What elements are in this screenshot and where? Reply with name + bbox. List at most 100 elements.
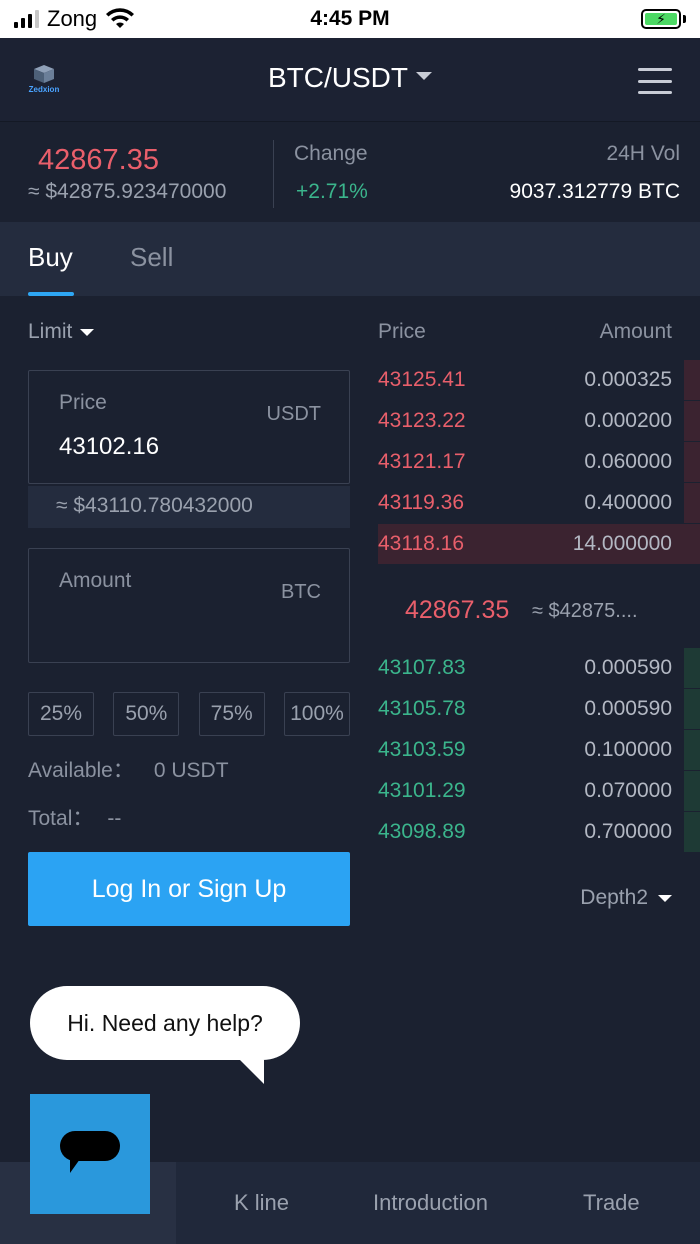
bid-price: 43098.89 xyxy=(378,820,466,843)
last-price-usd: ≈ $42875.923470000 xyxy=(28,180,227,203)
change-value: +2.71% xyxy=(296,180,368,203)
trade-tabs: Buy Sell xyxy=(0,222,700,296)
percent-75-button[interactable]: 75% xyxy=(198,692,265,736)
orderbook-price-header: Price xyxy=(378,320,426,343)
ask-amount: 0.400000 xyxy=(584,491,672,514)
pair-label: BTC/USDT xyxy=(268,62,408,93)
ask-row[interactable]: 43119.36 0.400000 xyxy=(378,483,700,523)
orderbook-amount-header: Amount xyxy=(599,320,672,343)
ask-depth-bar xyxy=(684,442,700,482)
chat-icon xyxy=(60,1131,120,1173)
percent-50-button[interactable]: 50% xyxy=(113,692,180,736)
percent-25-button[interactable]: 25% xyxy=(28,692,94,736)
total-label: Total： xyxy=(28,807,94,830)
bid-amount: 0.700000 xyxy=(584,820,672,843)
ask-price: 43125.41 xyxy=(378,368,466,391)
bid-price: 43101.29 xyxy=(378,779,466,802)
available-label: Available： xyxy=(28,759,134,782)
total-value: -- xyxy=(107,807,122,830)
last-price: 42867.35 xyxy=(38,144,159,176)
price-usd-estimate: ≈ $43110.780432000 xyxy=(28,486,350,528)
tab-buy[interactable]: Buy xyxy=(28,242,73,273)
ask-row[interactable]: 43118.16 14.000000 xyxy=(378,524,700,564)
ask-price: 43121.17 xyxy=(378,450,466,473)
bid-row[interactable]: 43098.89 0.700000 xyxy=(378,812,700,852)
bid-row[interactable]: 43103.59 0.100000 xyxy=(378,730,700,770)
chat-bubble-tail xyxy=(240,1060,264,1084)
charging-bolt-icon: ⚡ xyxy=(656,11,666,27)
change-label: Change xyxy=(294,142,368,165)
ask-depth-bar xyxy=(684,483,700,523)
bid-depth-bar xyxy=(684,771,700,811)
ask-price: 43118.16 xyxy=(378,532,465,555)
bid-depth-bar xyxy=(684,648,700,688)
ticker-panel: 42867.35 ≈ $42875.923470000 Change +2.71… xyxy=(0,122,700,222)
ask-amount: 0.000200 xyxy=(584,409,672,432)
amount-field[interactable]: Amount BTC xyxy=(28,548,350,663)
orderbook-mid-usd: ≈ $42875.... xyxy=(532,600,638,622)
hamburger-menu-icon[interactable] xyxy=(638,68,672,94)
percent-buttons: 25% 50% 75% 100% xyxy=(28,692,350,736)
ask-row[interactable]: 43121.17 0.060000 xyxy=(378,442,700,482)
volume-label: 24H Vol xyxy=(606,142,680,165)
chevron-down-icon xyxy=(658,894,672,902)
ask-price: 43119.36 xyxy=(378,491,465,514)
bid-amount: 0.070000 xyxy=(584,779,672,802)
ask-amount: 0.000325 xyxy=(584,368,672,391)
order-type-label: Limit xyxy=(28,320,73,343)
ask-amount: 14.000000 xyxy=(572,532,672,555)
order-type-select[interactable]: Limit xyxy=(28,320,95,344)
amount-field-unit: BTC xyxy=(281,581,321,603)
ask-row[interactable]: 43125.41 0.000325 xyxy=(378,360,700,400)
app-header: Zedxion BTC/USDT xyxy=(0,38,700,122)
bid-row[interactable]: 43107.83 0.000590 xyxy=(378,648,700,688)
available-balance: Available： 0 USDT xyxy=(28,754,229,784)
bid-amount: 0.000590 xyxy=(584,697,672,720)
order-total: Total： -- xyxy=(28,802,121,832)
battery-icon: ⚡ xyxy=(641,9,686,29)
signal-icon xyxy=(14,10,39,28)
amount-field-label: Amount xyxy=(59,569,132,592)
bid-amount: 0.100000 xyxy=(584,738,672,761)
chat-help-bubble[interactable]: Hi. Need any help? xyxy=(30,986,300,1060)
bid-amount: 0.000590 xyxy=(584,656,672,679)
wifi-icon xyxy=(106,8,135,28)
ask-depth-bar xyxy=(684,360,700,400)
nav-item-trade[interactable]: Trade xyxy=(583,1190,640,1216)
ticker-divider xyxy=(273,140,274,208)
bid-depth-bar xyxy=(684,812,700,852)
bid-price: 43105.78 xyxy=(378,697,466,720)
bid-price: 43103.59 xyxy=(378,738,466,761)
price-field-unit: USDT xyxy=(266,403,321,425)
bid-depth-bar xyxy=(684,689,700,729)
bid-row[interactable]: 43105.78 0.000590 xyxy=(378,689,700,729)
orderbook-mid-price: 42867.35 xyxy=(405,596,510,624)
ask-row[interactable]: 43123.22 0.000200 xyxy=(378,401,700,441)
depth-select-label: Depth2 xyxy=(580,886,648,909)
ask-price: 43123.22 xyxy=(378,409,466,432)
nav-item-introduction[interactable]: Introduction xyxy=(373,1190,488,1216)
pair-selector[interactable]: BTC/USDT xyxy=(0,62,700,94)
status-time: 4:45 PM xyxy=(310,7,390,30)
ask-amount: 0.060000 xyxy=(584,450,672,473)
login-signup-button[interactable]: Log In or Sign Up xyxy=(28,852,350,926)
amount-input[interactable] xyxy=(59,611,259,639)
price-input[interactable] xyxy=(59,433,259,461)
carrier-name: Zong xyxy=(47,6,98,31)
status-bar: Zong 4:45 PM ⚡ xyxy=(0,0,700,38)
nav-item-kline[interactable]: K line xyxy=(234,1190,289,1216)
volume-value: 9037.312779 BTC xyxy=(509,180,680,203)
tab-sell[interactable]: Sell xyxy=(130,242,173,273)
available-value: 0 USDT xyxy=(153,759,229,782)
depth-select[interactable]: Depth2 xyxy=(580,886,672,910)
bid-row[interactable]: 43101.29 0.070000 xyxy=(378,771,700,811)
status-left: Zong xyxy=(14,6,135,32)
active-tab-indicator xyxy=(28,292,74,296)
chevron-down-icon xyxy=(80,328,95,336)
bid-depth-bar xyxy=(684,730,700,770)
chat-launcher-button[interactable] xyxy=(30,1094,150,1214)
ask-depth-bar xyxy=(684,401,700,441)
percent-100-button[interactable]: 100% xyxy=(283,692,350,736)
price-field[interactable]: Price USDT xyxy=(28,370,350,484)
bid-price: 43107.83 xyxy=(378,656,466,679)
